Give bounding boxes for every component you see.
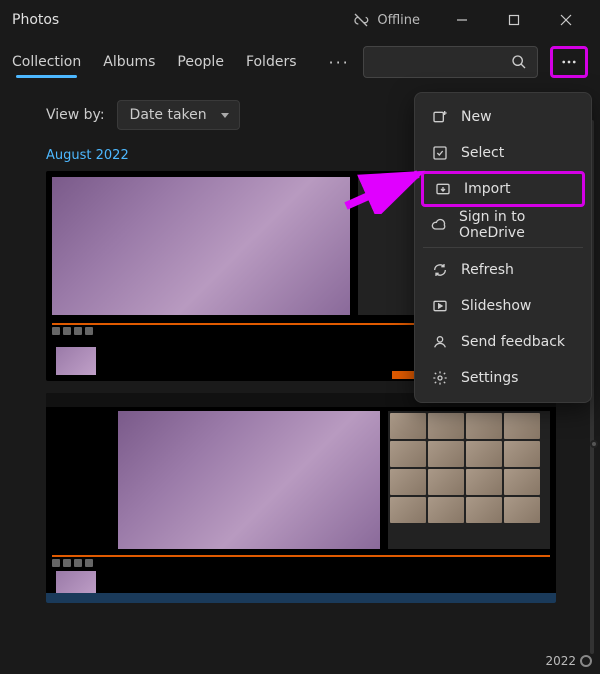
thumbnail-taskbar: [46, 593, 556, 603]
menu-item-label: Settings: [461, 370, 518, 386]
thumbnail-preview-image: [118, 411, 380, 549]
refresh-icon: [431, 261, 449, 279]
menu-item-label: New: [461, 109, 492, 125]
menu-item-slideshow[interactable]: Slideshow: [421, 288, 585, 324]
view-by-label: View by:: [46, 107, 105, 123]
app-title: Photos: [12, 12, 59, 28]
menu-item-label: Import: [464, 181, 510, 197]
photo-thumbnail[interactable]: [46, 393, 556, 603]
tab-albums[interactable]: Albums: [103, 54, 155, 70]
timeline-marker[interactable]: [590, 440, 598, 448]
menu-item-label: Sign in to OneDrive: [459, 209, 575, 241]
feedback-icon: [431, 333, 449, 351]
tab-more-icon[interactable]: ···: [329, 53, 350, 72]
thumbnail-media-library: [388, 411, 550, 549]
more-horizontal-icon: [560, 53, 578, 71]
offline-indicator: Offline: [353, 12, 420, 28]
menu-separator: [423, 247, 583, 248]
app-name-label: Photos: [12, 12, 59, 28]
menu-item-import[interactable]: Import: [421, 171, 585, 207]
circle-icon: [580, 655, 592, 667]
search-input[interactable]: [363, 46, 538, 78]
thumbnail-preview-image: [52, 177, 350, 315]
gear-icon: [431, 369, 449, 387]
menu-item-label: Slideshow: [461, 298, 531, 314]
title-bar: Photos Offline: [0, 0, 600, 40]
menu-item-refresh[interactable]: Refresh: [421, 252, 585, 288]
new-image-icon: [431, 108, 449, 126]
view-by-dropdown[interactable]: Date taken: [117, 100, 240, 130]
menu-item-select[interactable]: Select: [421, 135, 585, 171]
menu-item-sign-in-onedrive[interactable]: Sign in to OneDrive: [421, 207, 585, 243]
tab-folders[interactable]: Folders: [246, 54, 297, 70]
tab-collection[interactable]: Collection: [12, 54, 81, 70]
thumbnail-timeline: [52, 323, 452, 325]
search-icon: [511, 54, 527, 70]
menu-item-send-feedback[interactable]: Send feedback: [421, 324, 585, 360]
thumbnail-mini-clip: [56, 347, 96, 375]
menu-item-label: Refresh: [461, 262, 514, 278]
view-by-selected: Date taken: [130, 107, 207, 123]
thumbnail-controls: [52, 327, 452, 337]
overflow-menu: New Select Import Sign in to OneDrive Re…: [414, 92, 592, 403]
minimize-button[interactable]: [440, 4, 484, 36]
timeline-year-label: 2022: [545, 654, 592, 668]
tab-people[interactable]: People: [177, 54, 224, 70]
cloud-off-icon: [353, 12, 369, 28]
nav-row: Collection Albums People Folders ···: [0, 40, 600, 84]
thumbnail-timeline: [52, 555, 550, 557]
offline-label: Offline: [377, 13, 420, 28]
primary-tabs: Collection Albums People Folders ···: [12, 53, 350, 72]
photo-thumbnail[interactable]: [46, 171, 458, 381]
overflow-menu-button[interactable]: [550, 46, 588, 78]
maximize-button[interactable]: [492, 4, 536, 36]
menu-item-new[interactable]: New: [421, 99, 585, 135]
menu-item-label: Select: [461, 145, 504, 161]
menu-item-settings[interactable]: Settings: [421, 360, 585, 396]
thumbnail-controls: [52, 559, 550, 569]
cloud-icon: [431, 216, 447, 234]
play-icon: [431, 297, 449, 315]
close-button[interactable]: [544, 4, 588, 36]
import-icon: [434, 180, 452, 198]
menu-item-label: Send feedback: [461, 334, 565, 350]
select-icon: [431, 144, 449, 162]
